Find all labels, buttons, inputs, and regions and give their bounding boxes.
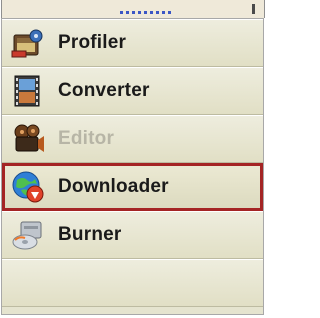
menu-item-converter[interactable]: Converter — [2, 67, 263, 115]
menu-empty-row — [2, 259, 263, 307]
menu-item-label: Converter — [58, 80, 150, 101]
film-strip-icon — [10, 74, 46, 108]
film-reel-icon — [10, 26, 46, 60]
globe-download-icon — [10, 170, 46, 204]
menu-item-label: Editor — [58, 128, 115, 149]
spellcheck-underline — [120, 11, 172, 14]
menu-item-label: Profiler — [58, 32, 127, 53]
tool-menu: Profiler Converter Editor Downloader Bur… — [1, 18, 264, 315]
disc-burner-icon — [10, 218, 46, 252]
menu-item-label: Burner — [58, 224, 122, 245]
menu-item-label: Downloader — [58, 176, 169, 197]
strip-marker — [252, 4, 255, 14]
menu-item-burner[interactable]: Burner — [2, 211, 263, 259]
clipped-header-strip — [1, 0, 265, 18]
film-camera-icon — [10, 122, 46, 156]
menu-item-editor[interactable]: Editor — [2, 115, 263, 163]
menu-item-profiler[interactable]: Profiler — [2, 19, 263, 67]
media-tool-panel: Profiler Converter Editor Downloader Bur… — [0, 0, 266, 318]
menu-item-downloader[interactable]: Downloader — [2, 163, 263, 211]
